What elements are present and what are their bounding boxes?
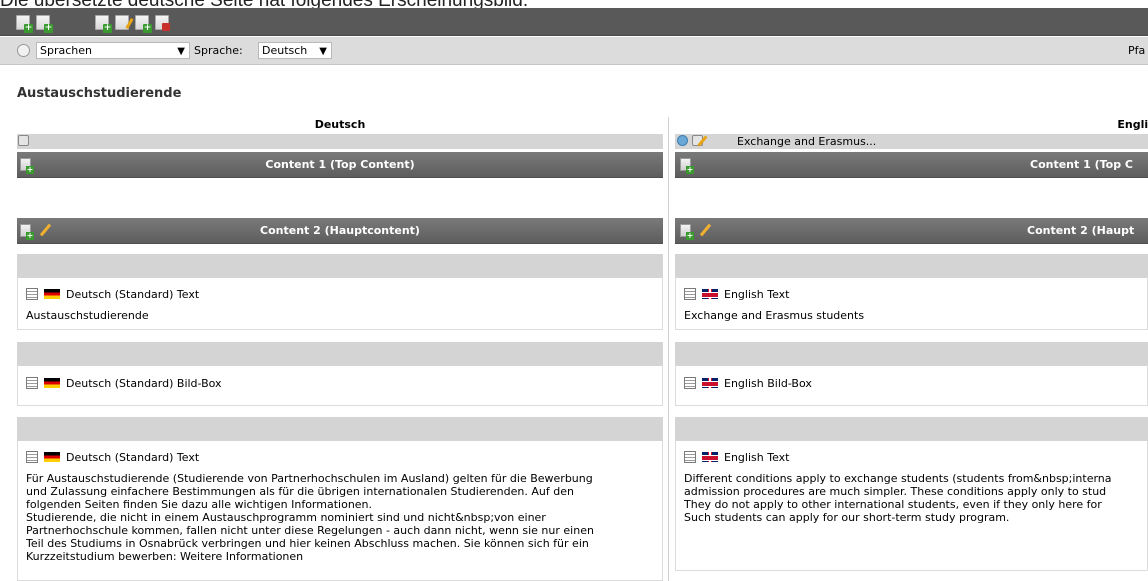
edit-page-icon[interactable] — [115, 15, 129, 30]
content-toolbar — [675, 254, 1148, 278]
content-element[interactable]: Deutsch (Standard) Text Austauschstudier… — [17, 278, 663, 330]
element-body: Für Austauschstudierende (Studierende vo… — [26, 472, 594, 563]
element-header: English Text — [724, 451, 790, 464]
content-element[interactable]: Deutsch (Standard) Text Für Austauschstu… — [17, 441, 663, 581]
view-select-value: Sprachen — [40, 44, 92, 57]
section-title: Content 1 (Top Content) — [265, 158, 415, 171]
text-element-icon — [26, 377, 38, 389]
column-english: English Exchange and Erasmus... Content … — [675, 117, 1148, 581]
page-info-icon[interactable] — [18, 135, 29, 146]
element-header: Deutsch (Standard) Bild-Box — [66, 377, 222, 390]
page-caption: Die übersetzte deutsche Seite hat folgen… — [0, 0, 1148, 8]
chevron-down-icon: ▼ — [319, 46, 327, 57]
german-flag-icon — [44, 452, 60, 462]
content-element[interactable]: English Bild-Box — [675, 366, 1148, 406]
content-element[interactable]: English Text Different conditions apply … — [675, 441, 1148, 571]
element-header: English Text — [724, 288, 790, 301]
new-content-icon[interactable] — [36, 15, 53, 33]
column-toolbar — [17, 134, 663, 149]
translate-icon[interactable] — [677, 135, 688, 146]
pencil-icon[interactable] — [699, 223, 712, 237]
column-heading: English — [1117, 118, 1148, 131]
german-flag-icon — [44, 378, 60, 388]
content-toolbar — [17, 417, 663, 441]
section-title: Content 2 (Haupt — [1027, 224, 1135, 237]
view-select[interactable]: Sprachen ▼ — [36, 42, 190, 59]
delete-page-icon[interactable] — [155, 15, 170, 31]
element-body: Exchange and Erasmus students — [684, 309, 865, 322]
column-deutsch: Deutsch Content 1 (Top Content) Content … — [17, 117, 663, 581]
section-title: Content 2 (Hauptcontent) — [260, 224, 420, 237]
content-element[interactable]: English Text Exchange and Erasmus studen… — [675, 278, 1148, 330]
language-select-value: Deutsch — [262, 44, 308, 57]
element-body: Austauschstudierende — [26, 309, 149, 322]
content-toolbar — [675, 342, 1148, 366]
section-header-top-content: Content 1 (Top C — [675, 152, 1148, 178]
new-page-icon[interactable] — [16, 15, 33, 33]
translated-page-title[interactable]: Exchange and Erasmus... — [737, 134, 876, 149]
german-flag-icon — [44, 289, 60, 299]
language-select[interactable]: Deutsch ▼ — [258, 42, 332, 59]
text-element-icon — [684, 451, 696, 463]
text-element-icon — [684, 288, 696, 300]
path-label: Pfa — [1128, 44, 1146, 57]
top-toolbar — [0, 8, 1148, 36]
new-content-icon[interactable] — [680, 158, 694, 174]
section-header-main-content: Content 2 (Haupt — [675, 218, 1148, 244]
element-header: English Bild-Box — [724, 377, 812, 390]
content-element[interactable]: Deutsch (Standard) Bild-Box — [17, 366, 663, 406]
column-toolbar: Exchange and Erasmus... — [675, 134, 1148, 149]
text-element-icon — [26, 451, 38, 463]
new-content-icon[interactable] — [680, 224, 694, 240]
page-title: Austauschstudierende — [17, 86, 182, 101]
page-properties-icon[interactable] — [95, 15, 112, 33]
language-label: Sprache: — [194, 44, 243, 57]
text-element-icon — [26, 288, 38, 300]
move-page-icon[interactable] — [135, 15, 152, 33]
language-bar: Sprachen ▼ Sprache: Deutsch ▼ Pfa — [0, 37, 1148, 65]
uk-flag-icon — [702, 289, 718, 299]
content-toolbar — [675, 417, 1148, 441]
content-toolbar — [17, 254, 663, 278]
globe-icon — [17, 44, 30, 57]
section-header-top-content: Content 1 (Top Content) — [17, 152, 663, 178]
chevron-down-icon: ▼ — [177, 46, 185, 57]
content-toolbar — [17, 342, 663, 366]
element-header: Deutsch (Standard) Text — [66, 451, 200, 464]
uk-flag-icon — [702, 378, 718, 388]
text-element-icon — [684, 377, 696, 389]
column-heading: Deutsch — [314, 118, 366, 131]
uk-flag-icon — [702, 452, 718, 462]
column-divider — [668, 117, 669, 581]
section-header-main-content: Content 2 (Hauptcontent) — [17, 218, 663, 244]
element-body: Different conditions apply to exchange s… — [684, 472, 1112, 524]
element-header: Deutsch (Standard) Text — [66, 288, 200, 301]
section-title: Content 1 (Top C — [1030, 158, 1133, 171]
